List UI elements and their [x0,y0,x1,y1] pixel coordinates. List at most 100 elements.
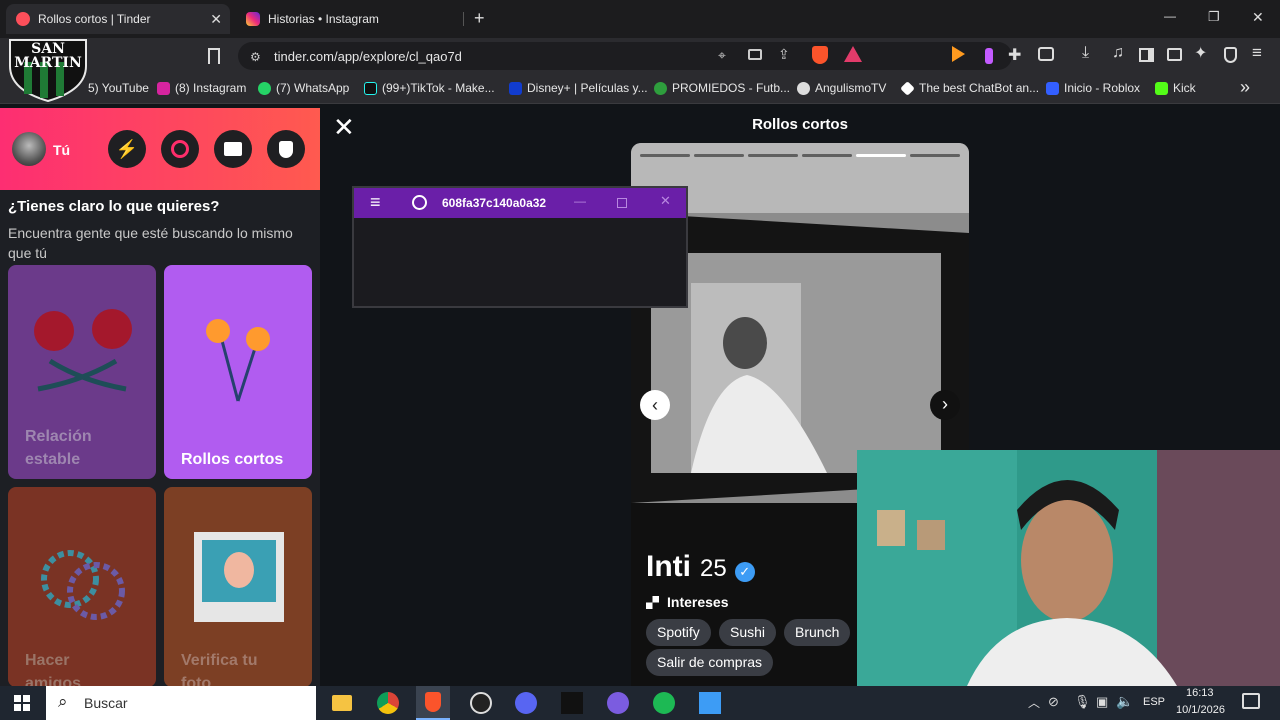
interest-chip[interactable]: Salir de compras [646,649,774,676]
language-indicator[interactable]: ESP [1143,696,1165,708]
microphone-icon[interactable]: 🎙 [1074,694,1091,710]
play-extension-icon[interactable] [952,46,965,62]
music-icon[interactable]: ♫ [1112,44,1124,62]
file-explorer-icon[interactable] [332,695,352,711]
photo-progress-segment [694,154,744,157]
clock-time[interactable]: 16:13 [1186,687,1214,699]
network-icon[interactable]: ▣ [1096,694,1108,710]
boost-button[interactable]: ⚡ [108,130,146,168]
maximize-button[interactable]: ❐ [1208,9,1220,25]
card-hacer-amigos[interactable]: Hacer amigos [8,487,156,686]
section-subheading: Encuentra gente que esté buscando lo mis… [8,225,293,261]
wallet-icon[interactable] [1038,47,1054,61]
card-label: Relación estable [25,428,92,468]
tinder-flame-icon [16,12,30,26]
close-button[interactable]: ✕ [333,112,355,143]
clock-date[interactable]: 10/1/2026 [1176,704,1225,716]
photo-frame-icon [194,532,284,622]
sidebar-toggle-icon[interactable] [1139,48,1154,62]
webcam-feed [857,450,1280,686]
bookmark-whatsapp[interactable]: (7) WhatsApp [258,81,349,95]
bookmark-page-icon[interactable] [208,48,220,64]
new-tab-button[interactable]: + [474,8,485,29]
vpn-shield-icon[interactable] [1224,47,1237,63]
hamburger-menu-icon[interactable]: ≡ [370,192,381,213]
tab-instagram[interactable]: Historias • Instagram [236,4,462,34]
tray-chevron-icon[interactable]: ︿ [1028,694,1040,711]
overlay-window[interactable]: ≡ 608fa37c140a0a32 — ✕ [352,186,688,308]
ai-star-icon[interactable]: ✦ [1194,43,1207,63]
profile-name: Inti [646,550,691,583]
bookmark-chatbot[interactable]: The best ChatBot an... [900,80,1039,96]
profile-age: 25 [700,555,727,582]
overlay-titlebar[interactable]: ≡ 608fa37c140a0a32 — ✕ [354,188,686,218]
minimize-button[interactable]: — [1164,9,1176,23]
app-icon[interactable] [561,692,583,714]
overlay-maximize-icon[interactable] [617,198,627,208]
card-rollos-cortos[interactable]: Rollos cortos [164,265,312,479]
brave-rewards-icon[interactable] [844,46,862,62]
close-tab-icon[interactable]: ✕ [210,11,222,28]
chrome-icon[interactable] [377,692,399,714]
interest-chip[interactable]: Sushi [719,619,777,646]
wallet-alt-icon[interactable] [1167,48,1182,61]
overlay-minimize-icon[interactable]: — [574,194,586,208]
windows-start-icon[interactable] [14,695,30,711]
soccer-ball-icon [797,81,810,95]
user-label[interactable]: Tú [53,142,70,158]
bookmarks-overflow-button[interactable]: » [1240,77,1250,98]
menu-icon[interactable]: ≡ [1252,43,1262,63]
discord-icon[interactable] [515,692,537,714]
extension-icon[interactable] [985,48,993,64]
overlay-close-icon[interactable]: ✕ [660,193,671,209]
page-title: Rollos cortos [752,116,848,133]
address-bar[interactable]: ⚙ tinder.com/app/explore/cl_qao7d ⌖ ⇪ [238,42,1012,70]
cast-icon[interactable] [748,49,762,60]
site-settings-icon[interactable]: ⚙ [250,50,261,64]
profile-name-row: Inti 25 ✓ [646,550,755,584]
prev-photo-button[interactable]: ‹ [640,390,670,420]
interest-chip[interactable]: Brunch [784,619,851,646]
address-text[interactable]: tinder.com/app/explore/cl_qao7d [274,49,462,64]
search-placeholder: Buscar [84,695,128,711]
card-relacion-estable[interactable]: Relación estable [8,265,156,479]
download-icon[interactable]: ⤓ [1082,44,1089,62]
bookmark-angulismo[interactable]: AngulismoTV [797,81,886,95]
network-off-icon[interactable]: ⊘ [1048,694,1059,710]
no-watch-icon [412,195,427,210]
explore-button[interactable] [161,130,199,168]
next-photo-button[interactable]: › [930,390,960,420]
sidebar-header: Tú ⚡ [0,108,320,190]
bookmark-tiktok[interactable]: (99+)TikTok - Make... [364,81,495,95]
photos-icon[interactable] [699,692,721,714]
interest-chip[interactable]: Spotify [646,619,711,646]
photo-progress-segment [748,154,798,157]
bookmark-disney[interactable]: Disney+ | Películas y... [509,81,648,95]
san-martin-logo: SAN MARTIN [2,38,94,103]
bookmark-roblox[interactable]: Inicio - Roblox [1046,81,1140,95]
spotify-icon[interactable] [653,692,675,714]
tab-title: Historias • Instagram [268,12,379,26]
volume-icon[interactable]: 🔈 [1116,693,1133,710]
photo-progress-segment [910,154,960,157]
taskbar-search[interactable]: ⌕ Buscar [46,686,316,720]
passport-button[interactable] [214,130,252,168]
bookmark-kick[interactable]: Kick [1155,81,1196,95]
windows-taskbar: ⌕ Buscar ︿ ⊘ 🎙 ▣ 🔈 ESP 16:13 10/1/2026 [0,686,1280,720]
tab-tinder[interactable]: Rollos cortos | Tinder ✕ [6,4,230,34]
brave-shield-icon[interactable] [812,46,828,64]
bookmark-youtube[interactable]: 5) YouTube [88,81,149,95]
bookmark-instagram[interactable]: (8) Instagram [157,81,246,95]
puzzle-extensions-icon[interactable]: ✚ [1008,45,1021,65]
location-icon[interactable]: ⌖ [718,47,726,64]
bookmark-promiedos[interactable]: PROMIEDOS - Futb... [654,81,790,95]
safety-button[interactable] [267,130,305,168]
chat-app-icon[interactable] [607,692,629,714]
close-window-button[interactable]: ✕ [1252,9,1264,26]
notifications-icon[interactable] [1242,693,1260,709]
share-icon[interactable]: ⇪ [778,46,790,63]
card-verifica-foto[interactable]: Verifica tu foto [164,487,312,686]
avatar[interactable] [12,132,46,166]
obs-icon[interactable] [470,692,492,714]
brave-taskbar-icon[interactable] [416,686,450,720]
